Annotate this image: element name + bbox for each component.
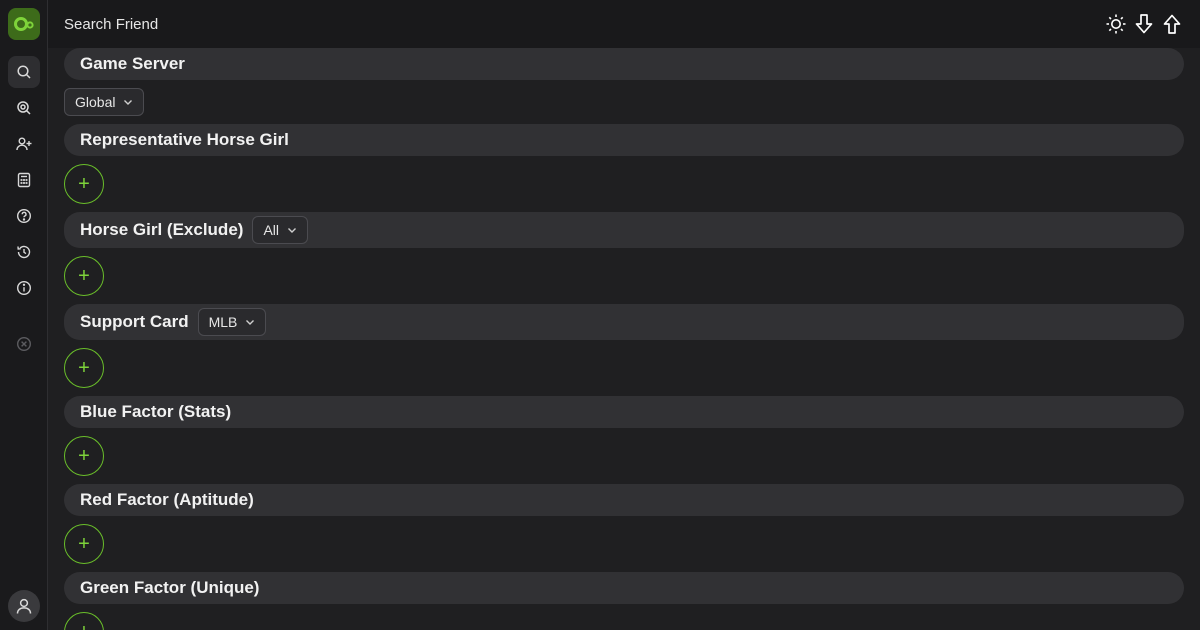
select-value: Global bbox=[75, 94, 116, 110]
sidebar-item-search[interactable] bbox=[8, 56, 40, 88]
sidebar-item-calculator[interactable] bbox=[8, 164, 40, 196]
green-factor-section: Green Factor (Unique) bbox=[64, 572, 1184, 604]
help-icon bbox=[16, 208, 32, 224]
history-icon bbox=[17, 245, 31, 259]
arrow-up-icon bbox=[1163, 14, 1181, 34]
sun-icon bbox=[1106, 14, 1126, 34]
add-friend-icon bbox=[16, 137, 32, 151]
sidebar-item-close[interactable] bbox=[8, 328, 40, 360]
red-factor-section: Red Factor (Aptitude) bbox=[64, 484, 1184, 516]
page-title: Search Friend bbox=[64, 16, 159, 33]
sidebar-item-help[interactable] bbox=[8, 200, 40, 232]
game-server-section: Game Server bbox=[64, 48, 1184, 80]
exclude-section: Horse Girl (Exclude) All bbox=[64, 212, 1184, 248]
search-detail-icon bbox=[17, 101, 31, 115]
plus-icon: + bbox=[78, 172, 90, 195]
add-support-card-button[interactable]: + bbox=[64, 348, 104, 388]
sidebar-item-history[interactable] bbox=[8, 236, 40, 268]
select-value: MLB bbox=[208, 314, 238, 330]
user-avatar[interactable] bbox=[8, 590, 40, 622]
section-title: Green Factor (Unique) bbox=[80, 578, 260, 597]
user-icon bbox=[16, 598, 32, 614]
sidebar-item-add-friend[interactable] bbox=[8, 128, 40, 160]
section-title: Horse Girl (Exclude) bbox=[80, 220, 244, 239]
sidebar-item-info[interactable] bbox=[8, 272, 40, 304]
section-title: Game Server bbox=[80, 54, 185, 73]
add-representative-button[interactable]: + bbox=[64, 164, 104, 204]
theme-toggle-button[interactable] bbox=[1104, 12, 1128, 36]
select-value: All bbox=[263, 222, 279, 238]
search-icon bbox=[17, 65, 31, 79]
plus-icon: + bbox=[78, 356, 90, 379]
add-blue-factor-button[interactable]: + bbox=[64, 436, 104, 476]
exclude-filter-select[interactable]: All bbox=[252, 216, 308, 244]
section-title: Red Factor (Aptitude) bbox=[80, 490, 254, 509]
chevron-down-icon bbox=[246, 320, 255, 325]
app-header: Search Friend bbox=[48, 0, 1200, 48]
plus-icon: + bbox=[78, 532, 90, 555]
logo-icon bbox=[14, 17, 34, 31]
sidebar-item-search-detail[interactable] bbox=[8, 92, 40, 124]
plus-icon: + bbox=[78, 621, 90, 630]
blue-factor-section: Blue Factor (Stats) bbox=[64, 396, 1184, 428]
plus-icon: + bbox=[78, 444, 90, 467]
arrow-down-icon bbox=[1135, 14, 1153, 34]
add-red-factor-button[interactable]: + bbox=[64, 524, 104, 564]
section-title: Support Card bbox=[80, 312, 189, 331]
chevron-down-icon bbox=[288, 228, 296, 233]
add-green-factor-button[interactable]: + bbox=[64, 612, 104, 630]
section-title: Representative Horse Girl bbox=[80, 130, 289, 149]
section-title: Blue Factor (Stats) bbox=[80, 402, 232, 421]
game-server-select[interactable]: Global bbox=[64, 88, 145, 116]
support-card-section: Support Card MLB bbox=[64, 304, 1184, 340]
chevron-down-icon bbox=[124, 100, 133, 105]
close-circle-icon bbox=[16, 336, 32, 352]
upload-button[interactable] bbox=[1160, 12, 1184, 36]
info-icon bbox=[16, 280, 32, 296]
sidebar bbox=[0, 0, 48, 630]
add-exclude-button[interactable]: + bbox=[64, 256, 104, 296]
app-logo[interactable] bbox=[8, 8, 40, 40]
download-button[interactable] bbox=[1132, 12, 1156, 36]
plus-icon: + bbox=[78, 264, 90, 287]
representative-section: Representative Horse Girl bbox=[64, 124, 1184, 156]
calculator-icon bbox=[17, 172, 31, 188]
support-card-filter-select[interactable]: MLB bbox=[197, 308, 267, 336]
